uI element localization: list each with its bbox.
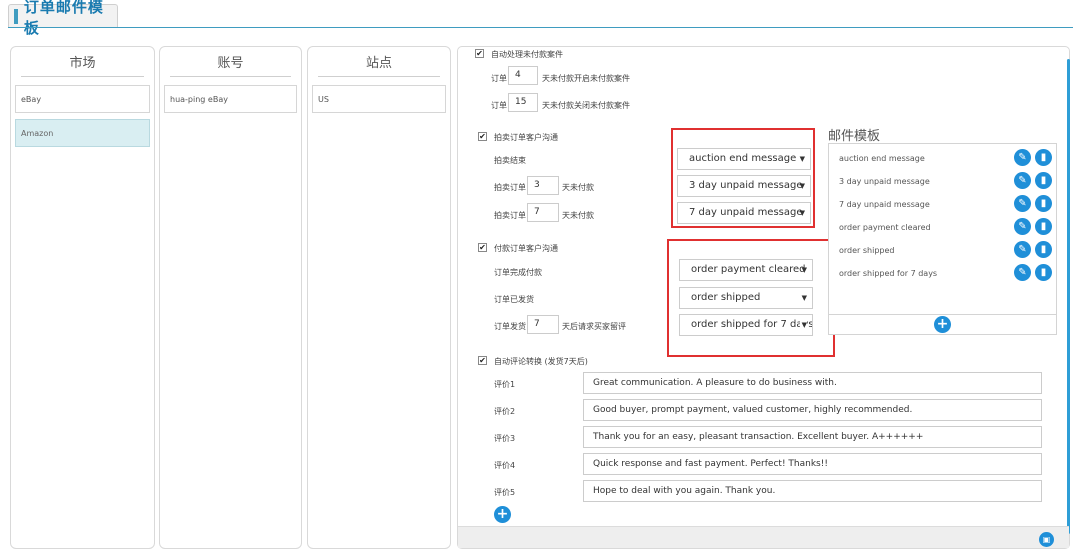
auction-order1-select-value: 3 day unpaid message: [689, 180, 803, 191]
edit-icon[interactable]: ✎: [1014, 218, 1031, 235]
auction-order2-suffix: 天未付款: [562, 211, 594, 220]
review-input[interactable]: Great communication. A pleasure to do bu…: [583, 372, 1042, 394]
title-underline: [8, 27, 1073, 28]
templates-footer: +: [829, 314, 1056, 334]
paid-label: 付款订单客户沟通: [494, 244, 558, 253]
edit-icon[interactable]: ✎: [1014, 241, 1031, 258]
trash-icon[interactable]: ▮: [1035, 195, 1052, 212]
paid-ship-prefix: 订单发货: [494, 322, 526, 331]
paid-ship-days-input[interactable]: 7: [527, 315, 559, 334]
save-icon[interactable]: ▣: [1039, 532, 1054, 547]
auction-order1-days-input[interactable]: 3: [527, 176, 559, 195]
auction-order2-days-input[interactable]: 7: [527, 203, 559, 222]
template-item[interactable]: 7 day unpaid message: [839, 200, 930, 209]
add-template-button[interactable]: +: [934, 316, 951, 333]
review-label: 自动评论转换 (发货7天后): [494, 357, 588, 366]
account-column: 账号 hua-ping eBay: [159, 46, 302, 549]
account-item-hua-ping[interactable]: hua-ping eBay: [164, 85, 297, 113]
review-input[interactable]: Thank you for an easy, pleasant transact…: [583, 426, 1042, 448]
review-item-label: 评价5: [494, 488, 516, 497]
review-item-label: 评价3: [494, 434, 516, 443]
templates-title: 邮件模板: [828, 129, 881, 144]
auction-order1-select[interactable]: 3 day unpaid message ▼: [677, 175, 811, 197]
trash-icon[interactable]: ▮: [1035, 264, 1052, 281]
site-header: 站点: [318, 47, 440, 77]
paid-ship-select[interactable]: order shipped for 7 days ▼: [679, 314, 813, 336]
unpaid-close-suffix: 天未付款关闭未付款案件: [542, 101, 630, 110]
paid-completed-select-value: order payment cleared: [691, 264, 806, 275]
templates-list: auction end message 3 day unpaid message…: [828, 143, 1057, 335]
chevron-down-icon: ▼: [799, 182, 805, 190]
market-header: 市场: [21, 47, 144, 77]
template-item[interactable]: order payment cleared: [839, 223, 931, 232]
template-item[interactable]: order shipped for 7 days: [839, 269, 937, 278]
trash-icon[interactable]: ▮: [1035, 172, 1052, 189]
template-item[interactable]: order shipped: [839, 246, 895, 255]
paid-completed-select[interactable]: order payment cleared ▼: [679, 259, 813, 281]
unpaid-open-prefix: 订单: [491, 74, 507, 83]
auction-order2-prefix: 拍卖订单: [494, 211, 526, 220]
site-item-us[interactable]: US: [312, 85, 446, 113]
edit-icon[interactable]: ✎: [1014, 149, 1031, 166]
unpaid-close-days-input[interactable]: 15: [508, 93, 538, 112]
panel-footer: [458, 526, 1069, 548]
auction-end-select-value: auction end message: [689, 153, 797, 164]
unpaid-open-suffix: 天未付款开启未付款案件: [542, 74, 630, 83]
template-item[interactable]: auction end message: [839, 154, 925, 163]
unpaid-checkbox[interactable]: ✔: [475, 49, 484, 58]
auction-order2-select-value: 7 day unpaid message: [689, 207, 803, 218]
review-item-label: 评价4: [494, 461, 516, 470]
review-checkbox[interactable]: ✔: [478, 356, 487, 365]
add-review-button[interactable]: +: [494, 506, 511, 523]
template-item[interactable]: 3 day unpaid message: [839, 177, 930, 186]
paid-ship-suffix: 天后请求买家留评: [562, 322, 626, 331]
review-item-label: 评价1: [494, 380, 516, 389]
market-column: 市场 eBay Amazon: [10, 46, 155, 549]
scrollbar[interactable]: [1067, 59, 1070, 534]
chevron-down-icon: ▼: [799, 315, 807, 335]
review-input[interactable]: Quick response and fast payment. Perfect…: [583, 453, 1042, 475]
title-accent-bar: [14, 9, 18, 24]
edit-icon[interactable]: ✎: [1014, 195, 1031, 212]
review-item-label: 评价2: [494, 407, 516, 416]
market-item-amazon[interactable]: Amazon: [15, 119, 150, 147]
paid-ship-select-value: order shipped for 7 days: [691, 319, 813, 330]
auction-order1-suffix: 天未付款: [562, 183, 594, 192]
unpaid-label: 自动处理未付款案件: [491, 50, 563, 59]
paid-shipped-label: 订单已发货: [494, 295, 534, 304]
site-column: 站点 US: [307, 46, 451, 549]
auction-label: 拍卖订单客户沟通: [494, 133, 558, 142]
edit-icon[interactable]: ✎: [1014, 264, 1031, 281]
edit-icon[interactable]: ✎: [1014, 172, 1031, 189]
page-title: 订单邮件模板: [23, 0, 104, 37]
unpaid-open-days-input[interactable]: 4: [508, 66, 538, 85]
auction-end-select[interactable]: auction end message ▼: [677, 148, 811, 170]
review-input[interactable]: Hope to deal with you again. Thank you.: [583, 480, 1042, 502]
trash-icon[interactable]: ▮: [1035, 218, 1052, 235]
auction-order2-select[interactable]: 7 day unpaid message ▼: [677, 202, 811, 224]
chevron-down-icon: ▼: [801, 294, 807, 302]
auction-checkbox[interactable]: ✔: [478, 132, 487, 141]
trash-icon[interactable]: ▮: [1035, 241, 1052, 258]
chevron-down-icon: ▼: [799, 209, 805, 217]
auction-order1-prefix: 拍卖订单: [494, 183, 526, 192]
review-input[interactable]: Good buyer, prompt payment, valued custo…: [583, 399, 1042, 421]
paid-completed-label: 订单完成付款: [494, 268, 542, 277]
chevron-down-icon: ▼: [801, 266, 807, 274]
auction-end-label: 拍卖结束: [494, 156, 526, 165]
paid-checkbox[interactable]: ✔: [478, 243, 487, 252]
paid-shipped-select-value: order shipped: [691, 292, 761, 303]
unpaid-close-prefix: 订单: [491, 101, 507, 110]
page-title-tab: 订单邮件模板: [8, 0, 118, 37]
market-item-ebay[interactable]: eBay: [15, 85, 150, 113]
trash-icon[interactable]: ▮: [1035, 149, 1052, 166]
chevron-down-icon: ▼: [799, 155, 805, 163]
paid-shipped-select[interactable]: order shipped ▼: [679, 287, 813, 309]
account-header: 账号: [170, 47, 291, 77]
